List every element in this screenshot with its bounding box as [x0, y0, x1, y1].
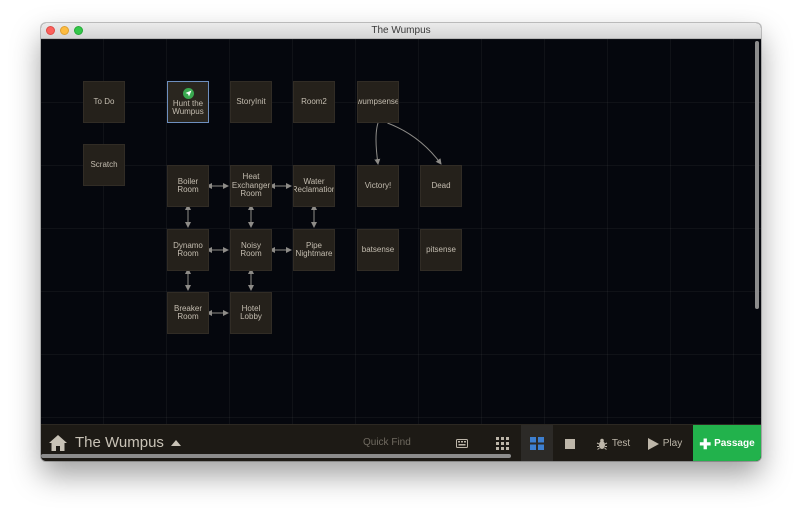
- vertical-scrollbar[interactable]: [755, 41, 759, 309]
- app-window: The Wumpus To Do Hunt the Wumpus StoryInit…: [41, 23, 761, 461]
- test-button[interactable]: Test: [595, 425, 631, 461]
- passage-card-dead[interactable]: Dead: [420, 165, 462, 207]
- story-toolbar: The Wumpus Quick Find Test Play ✚ Passag…: [41, 424, 761, 461]
- story-map-canvas[interactable]: To Do Hunt the Wumpus StoryInit Room2 wumpse…: [41, 39, 761, 424]
- passage-name: Hunt the Wumpus: [172, 98, 204, 116]
- passage-name: Noisy Room: [240, 240, 262, 258]
- passage-card-noisy[interactable]: Noisy Room: [230, 229, 272, 271]
- plus-icon: ✚: [699, 435, 712, 452]
- passage-card-breaker[interactable]: Breaker Room: [167, 292, 209, 334]
- passage-name: batsense: [361, 244, 395, 254]
- square-icon: [565, 438, 575, 449]
- link-wumpsense-to-dead: [387, 122, 442, 165]
- passage-card-dynamo[interactable]: Dynamo Room: [167, 229, 209, 271]
- zoom-large-button[interactable]: [560, 425, 580, 461]
- start-rocket-icon: [182, 87, 194, 99]
- passage-name: wumpsense: [357, 96, 399, 106]
- passage-name: Pipe Nightmare: [295, 240, 333, 258]
- home-icon[interactable]: [48, 434, 68, 452]
- passage-name: To Do: [93, 96, 115, 106]
- passage-name: Room2: [301, 96, 327, 106]
- passage-name: Hotel Lobby: [240, 303, 262, 321]
- play-button[interactable]: Play: [647, 425, 683, 461]
- passage-card-todo[interactable]: To Do: [83, 81, 125, 123]
- passage-name: StoryInit: [236, 96, 266, 106]
- passage-card-boiler[interactable]: Boiler Room: [167, 165, 209, 207]
- passage-card-pitsense[interactable]: pitsense: [420, 229, 462, 271]
- passage-card-room2[interactable]: Room2: [293, 81, 335, 123]
- passage-card-hunt[interactable]: Hunt the Wumpus: [167, 81, 209, 123]
- passage-name: Boiler Room: [177, 176, 199, 194]
- passage-card-storyinit[interactable]: StoryInit: [230, 81, 272, 123]
- play-icon: [647, 437, 659, 450]
- passage-name: Dynamo Room: [173, 240, 203, 258]
- passage-name: pitsense: [426, 244, 456, 254]
- passage-card-scratch[interactable]: Scratch: [83, 144, 125, 186]
- passage-links: [185, 122, 442, 316]
- title-bar: The Wumpus: [41, 23, 761, 39]
- passage-card-wumpsense[interactable]: wumpsense: [357, 81, 399, 123]
- zoom-medium-button[interactable]: [521, 425, 553, 461]
- window-title: The Wumpus: [371, 25, 431, 36]
- passage-card-batsense[interactable]: batsense: [357, 229, 399, 271]
- add-passage-label: Passage: [714, 438, 755, 449]
- passage-card-heatex[interactable]: Heat Exchanger Room: [230, 165, 272, 207]
- passage-name: Scratch: [90, 159, 118, 169]
- passage-name: Water Reclamation: [293, 176, 335, 194]
- bug-icon: [596, 438, 608, 450]
- story-title[interactable]: The Wumpus: [75, 434, 164, 452]
- quick-find-input[interactable]: Quick Find: [363, 436, 411, 449]
- passage-name: Victory!: [364, 180, 392, 190]
- passage-card-pipe[interactable]: Pipe Nightmare: [293, 229, 335, 271]
- triangle-up-icon[interactable]: [171, 440, 181, 446]
- grid-small-icon: [495, 437, 509, 450]
- add-passage-button[interactable]: ✚ Passage: [693, 425, 761, 461]
- passage-name: Heat Exchanger Room: [231, 172, 271, 199]
- passage-name: Breaker Room: [173, 303, 202, 321]
- keyboard-icon: [456, 439, 468, 448]
- link-wumpsense-to-victory: [374, 122, 381, 165]
- grid-large-icon: [530, 437, 544, 450]
- play-label: Play: [662, 438, 683, 449]
- passage-name: Dead: [431, 180, 451, 190]
- passage-card-victory[interactable]: Victory!: [357, 165, 399, 207]
- test-label: Test: [611, 438, 631, 449]
- horizontal-scrollbar[interactable]: [41, 454, 511, 458]
- passage-card-hotel[interactable]: Hotel Lobby: [230, 292, 272, 334]
- passage-card-water[interactable]: Water Reclamation: [293, 165, 335, 207]
